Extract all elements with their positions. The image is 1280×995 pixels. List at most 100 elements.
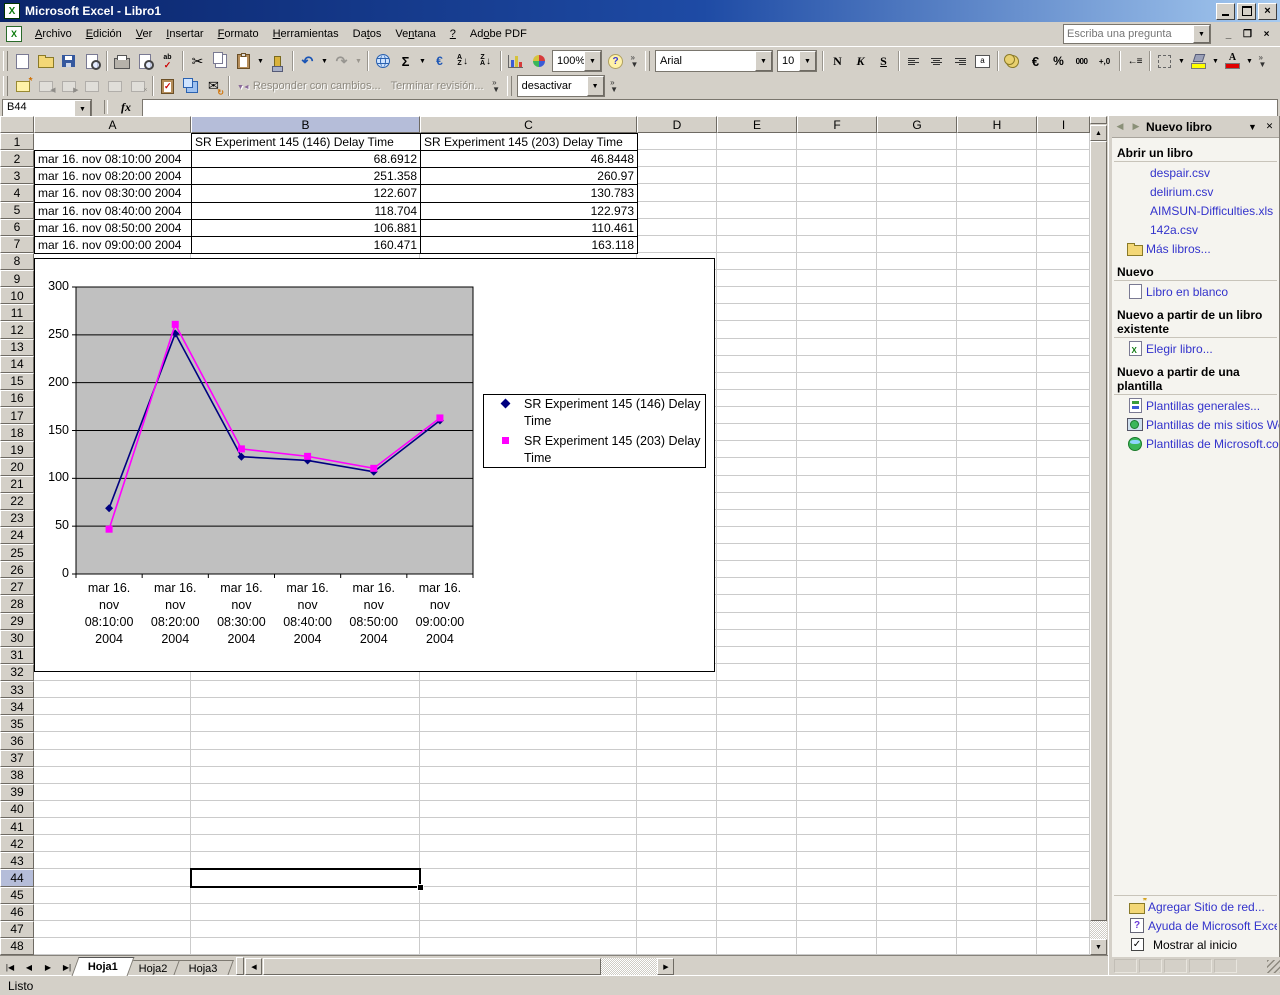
menu-insertar[interactable]: Insertar (159, 24, 210, 44)
name-box[interactable]: B44 ▼ (2, 99, 92, 117)
row-header-28[interactable]: 28 (0, 595, 34, 612)
row-header-12[interactable]: 12 (0, 321, 34, 338)
scroll-track[interactable] (1090, 921, 1107, 939)
cell-A7[interactable]: mar 16. nov 09:00:00 2004 (34, 236, 192, 254)
sheet-tab-hoja1[interactable]: Hoja1 (72, 957, 135, 976)
row-header-15[interactable]: 15 (0, 373, 34, 390)
cell-A4[interactable]: mar 16. nov 08:30:00 2004 (34, 184, 192, 202)
cell-A6[interactable]: mar 16. nov 08:50:00 2004 (34, 219, 192, 237)
undo-icon[interactable] (296, 50, 319, 72)
cell-B7[interactable]: 160.471 (191, 236, 421, 254)
cell-B6[interactable]: 106.881 (191, 219, 421, 237)
column-header-B[interactable]: B (191, 116, 420, 133)
row-header-41[interactable]: 41 (0, 818, 34, 835)
toolbar-grip[interactable] (645, 51, 650, 71)
task-pane-link[interactable]: Elegir libro... (1146, 342, 1213, 356)
row-header-24[interactable]: 24 (0, 527, 34, 544)
task-pane-item-delirium-csv[interactable]: delirium.csv (1112, 183, 1279, 200)
format-painter-icon[interactable] (266, 50, 289, 72)
task-pane-link[interactable]: despair.csv (1150, 166, 1210, 180)
menu-ventana[interactable]: Ventana (388, 24, 442, 44)
menu-herramientas[interactable]: Herramientas (266, 24, 346, 44)
sort-descending-icon[interactable]: Z A↓ (474, 50, 497, 72)
previous-comment-icon[interactable]: ◀ (34, 75, 57, 97)
question-dropdown-icon[interactable]: ▼ (1193, 25, 1210, 43)
font-name-combobox[interactable]: Arial▼ (655, 50, 773, 72)
select-changes-icon[interactable] (156, 75, 179, 97)
select-all-corner[interactable] (0, 116, 34, 133)
currency-style-icon[interactable] (1001, 50, 1024, 72)
horizontal-scroll-thumb[interactable] (263, 958, 601, 975)
selected-cell-outline[interactable] (190, 868, 421, 887)
cell-C7[interactable]: 163.118 (420, 236, 638, 254)
row-header-25[interactable]: 25 (0, 544, 34, 561)
row-header-8[interactable]: 8 (0, 253, 34, 270)
cell-B1[interactable]: SR Experiment 145 (146) Delay Time (191, 133, 421, 151)
row-header-35[interactable]: 35 (0, 715, 34, 732)
task-pane-link[interactable]: Más libros... (1146, 242, 1211, 256)
decrease-indent-icon[interactable] (1123, 50, 1146, 72)
cell-A1[interactable] (34, 133, 192, 151)
new-comment-icon[interactable] (11, 75, 34, 97)
row-header-43[interactable]: 43 (0, 852, 34, 869)
drawing-icon[interactable] (527, 50, 550, 72)
column-header-C[interactable]: C (420, 116, 637, 133)
menu-adobe-pdf[interactable]: Adobe PDF (463, 24, 534, 44)
cell-B4[interactable]: 122.607 (191, 184, 421, 202)
cell-B2[interactable]: 68.6912 (191, 150, 421, 168)
scroll-right-icon[interactable]: ▶ (657, 958, 674, 975)
row-header-32[interactable]: 32 (0, 664, 34, 681)
column-header-E[interactable]: E (717, 116, 797, 133)
back-arrow-icon[interactable]: ◀ (1112, 119, 1128, 135)
print-icon[interactable] (110, 50, 133, 72)
task-pane-link[interactable]: Plantillas de Microsoft.com (1146, 437, 1279, 451)
toolbar-grip[interactable] (3, 51, 8, 71)
task-pane-item-ayuda-de-microsoft-excel[interactable]: Ayuda de Microsoft Excel (1114, 917, 1277, 934)
euro-icon[interactable] (1024, 50, 1047, 72)
scroll-up-icon[interactable]: ▲ (1090, 125, 1107, 141)
new-document-icon[interactable] (11, 50, 34, 72)
column-header-F[interactable]: F (797, 116, 877, 133)
font-size-combobox[interactable]: 10▼ (777, 50, 817, 72)
show-at-startup-checkbox[interactable] (1126, 938, 1148, 951)
row-header-6[interactable]: 6 (0, 219, 34, 236)
row-header-4[interactable]: 4 (0, 184, 34, 201)
redo-icon[interactable] (330, 50, 353, 72)
task-pane-link[interactable]: Libro en blanco (1146, 285, 1228, 299)
menu-datos[interactable]: Datos (346, 24, 389, 44)
show-all-comments-icon[interactable] (103, 75, 126, 97)
help-icon[interactable] (604, 50, 627, 72)
row-header-45[interactable]: 45 (0, 887, 34, 904)
column-header-A[interactable]: A (34, 116, 191, 133)
task-pane-item-m-s-libros[interactable]: Más libros... (1112, 240, 1279, 257)
chevron-down-icon[interactable]: ▼ (1210, 50, 1221, 72)
vertical-split-handle[interactable] (1090, 116, 1107, 124)
doc-restore-button[interactable]: ❐ (1240, 27, 1255, 41)
euro-conversion-icon[interactable] (428, 50, 451, 72)
toolbar-grip[interactable] (507, 76, 512, 96)
name-box-value[interactable]: B44 (3, 100, 74, 116)
worksheet-grid[interactable]: ABCDEFGHI1234567891011121314151617181920… (0, 116, 1090, 955)
scroll-left-icon[interactable]: ◀ (245, 958, 262, 975)
next-comment-icon[interactable]: ▶ (57, 75, 80, 97)
task-pane-item-142a-csv[interactable]: 142a.csv (1112, 221, 1279, 238)
row-header-1[interactable]: 1 (0, 133, 34, 150)
task-pane-link[interactable]: Plantillas generales... (1146, 399, 1260, 413)
task-pane-link[interactable]: Agregar Sitio de red... (1148, 900, 1265, 914)
font-color-icon[interactable]: A (1221, 50, 1244, 72)
chevron-down-icon[interactable]: ▼ (417, 50, 428, 72)
terminar-revisi-n-button[interactable]: Terminar revisión... (386, 75, 489, 97)
row-header-48[interactable]: 48 (0, 938, 34, 955)
insert-hyperlink-icon[interactable] (371, 50, 394, 72)
paste-icon[interactable] (232, 50, 255, 72)
underline-icon[interactable]: S (872, 50, 895, 72)
row-header-30[interactable]: 30 (0, 630, 34, 647)
next-sheet-button[interactable]: ▶ (40, 959, 56, 975)
bold-icon[interactable]: N (826, 50, 849, 72)
chevron-down-icon[interactable]: ▼ (255, 50, 266, 72)
row-header-44[interactable]: 44 (0, 869, 34, 886)
column-header-G[interactable]: G (877, 116, 957, 133)
task-pane-link[interactable]: Plantillas de mis sitios Web... (1146, 418, 1279, 432)
task-pane-link[interactable]: delirium.csv (1150, 185, 1213, 199)
task-pane-item-plantillas-generales[interactable]: Plantillas generales... (1112, 397, 1279, 414)
